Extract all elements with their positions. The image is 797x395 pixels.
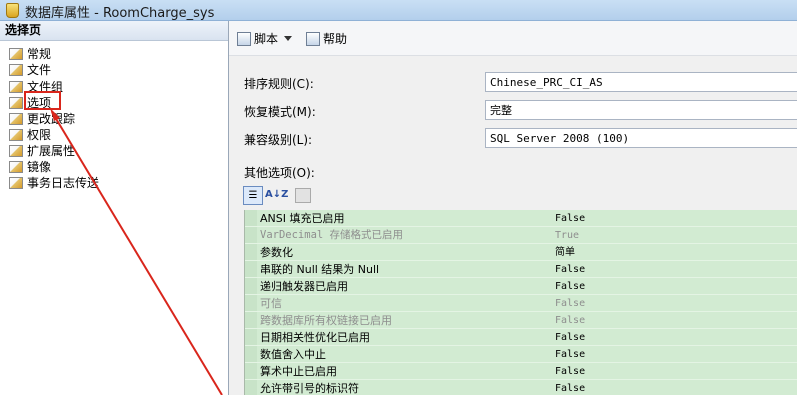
page-icon: [9, 177, 23, 189]
select-page-pane: 选择页 常规 文件 文件组 选项 更改跟踪 权限 扩展属性 镜像 事务日志传送: [0, 21, 229, 395]
option-name: ANSI 填充已启用: [260, 212, 345, 225]
compatibility-level-select[interactable]: SQL Server 2008 (100): [485, 128, 797, 148]
option-name: 日期相关性优化已启用: [260, 331, 370, 344]
option-name: VarDecimal 存储格式已启用: [260, 229, 404, 241]
page-icon: [9, 129, 23, 141]
grid-row-recursive-triggers[interactable]: 递归触发器已启用 False: [245, 278, 797, 295]
database-icon: [6, 3, 19, 18]
recovery-model-select[interactable]: 完整: [485, 100, 797, 120]
recovery-model-label: 恢复模式(M):: [244, 105, 316, 119]
page-icon: [9, 81, 23, 93]
option-value[interactable]: False: [555, 295, 585, 312]
grid-row-concat-null[interactable]: 串联的 Null 结果为 Null False: [245, 261, 797, 278]
option-value[interactable]: False: [555, 363, 585, 380]
option-name: 数值舍入中止: [260, 348, 326, 361]
page-icon: [9, 161, 23, 173]
toolbar: 脚本 帮助: [229, 21, 797, 56]
nav-item-files[interactable]: 文件: [9, 62, 51, 78]
property-pages-button[interactable]: [295, 188, 311, 203]
grid-row-quoted-identifier[interactable]: 允许带引号的标识符 False: [245, 380, 797, 395]
grid-row-arithabort[interactable]: 算术中止已启用 False: [245, 363, 797, 380]
help-icon: [306, 32, 320, 46]
help-button[interactable]: 帮助: [306, 30, 347, 48]
option-value[interactable]: False: [555, 312, 585, 329]
alphabetical-button[interactable]: A↓Z: [265, 186, 288, 205]
option-name: 递归触发器已启用: [260, 280, 348, 293]
option-value[interactable]: True: [555, 227, 579, 244]
nav-item-change-tracking[interactable]: 更改跟踪: [9, 111, 75, 127]
nav-item-log-shipping[interactable]: 事务日志传送: [9, 175, 99, 191]
option-name: 允许带引号的标识符: [260, 382, 359, 395]
options-pane: 脚本 帮助 排序规则(C): Chinese_PRC_CI_AS 恢复模式(M)…: [229, 21, 797, 395]
sort-toolbar: ☰ A↓Z: [243, 185, 313, 207]
categorized-button[interactable]: ☰: [243, 186, 263, 205]
highlight-box: [24, 91, 61, 110]
grid-row-date-correlation[interactable]: 日期相关性优化已启用 False: [245, 329, 797, 346]
option-value[interactable]: 简单: [555, 244, 575, 261]
option-name: 参数化: [260, 246, 293, 259]
nav-item-label: 镜像: [27, 160, 52, 174]
nav-item-label: 常规: [27, 47, 52, 61]
nav-item-label: 扩展属性: [27, 144, 76, 158]
categorized-icon: ☰: [248, 190, 258, 201]
page-icon: [9, 64, 23, 76]
script-button[interactable]: 脚本: [237, 30, 293, 48]
grid-row-vardecimal[interactable]: VarDecimal 存储格式已启用 True: [245, 227, 797, 244]
page-icon: [9, 113, 23, 125]
nav-item-general[interactable]: 常规: [9, 46, 51, 62]
grid-row-numeric-roundabort[interactable]: 数值舍入中止 False: [245, 346, 797, 363]
page-icon: [9, 97, 23, 109]
nav-item-extended-properties[interactable]: 扩展属性: [9, 143, 75, 159]
option-value[interactable]: False: [555, 380, 585, 395]
title-bar: 数据库属性 - RoomCharge_sys: [0, 0, 797, 21]
option-value[interactable]: False: [555, 210, 585, 227]
script-icon: [237, 32, 251, 46]
option-value[interactable]: False: [555, 278, 585, 295]
grid-row-parameterization[interactable]: 参数化 简单: [245, 244, 797, 261]
nav-item-label: 更改跟踪: [27, 112, 76, 126]
option-name: 可信: [260, 297, 282, 310]
option-value[interactable]: False: [555, 346, 585, 363]
chevron-down-icon[interactable]: [284, 36, 293, 41]
option-value[interactable]: False: [555, 329, 585, 346]
other-options-label: 其他选项(O):: [244, 166, 315, 180]
grid-row-trustworthy[interactable]: 可信 False: [245, 295, 797, 312]
page-icon: [9, 145, 23, 157]
option-name: 算术中止已启用: [260, 365, 337, 378]
compatibility-level-label: 兼容级别(L):: [244, 133, 313, 147]
select-page-header: 选择页: [0, 21, 228, 41]
option-name: 串联的 Null 结果为 Null: [260, 263, 380, 276]
nav-item-label: 文件: [27, 63, 52, 77]
option-name: 跨数据库所有权链接已启用: [260, 314, 392, 327]
script-label: 脚本: [254, 32, 279, 46]
nav-item-label: 事务日志传送: [27, 176, 100, 190]
window-title: 数据库属性 - RoomCharge_sys: [25, 6, 215, 21]
nav-item-permissions[interactable]: 权限: [9, 127, 51, 143]
options-property-grid[interactable]: ANSI 填充已启用 False VarDecimal 存储格式已启用 True…: [244, 210, 797, 395]
nav-item-mirroring[interactable]: 镜像: [9, 159, 51, 175]
grid-row-cross-db-chaining[interactable]: 跨数据库所有权链接已启用 False: [245, 312, 797, 329]
option-value[interactable]: False: [555, 261, 585, 278]
nav-item-label: 权限: [27, 128, 52, 142]
help-label: 帮助: [323, 32, 348, 46]
collation-label: 排序规则(C):: [244, 77, 314, 91]
collation-select[interactable]: Chinese_PRC_CI_AS: [485, 72, 797, 92]
page-icon: [9, 48, 23, 60]
grid-row-ansi-padding[interactable]: ANSI 填充已启用 False: [245, 210, 797, 227]
